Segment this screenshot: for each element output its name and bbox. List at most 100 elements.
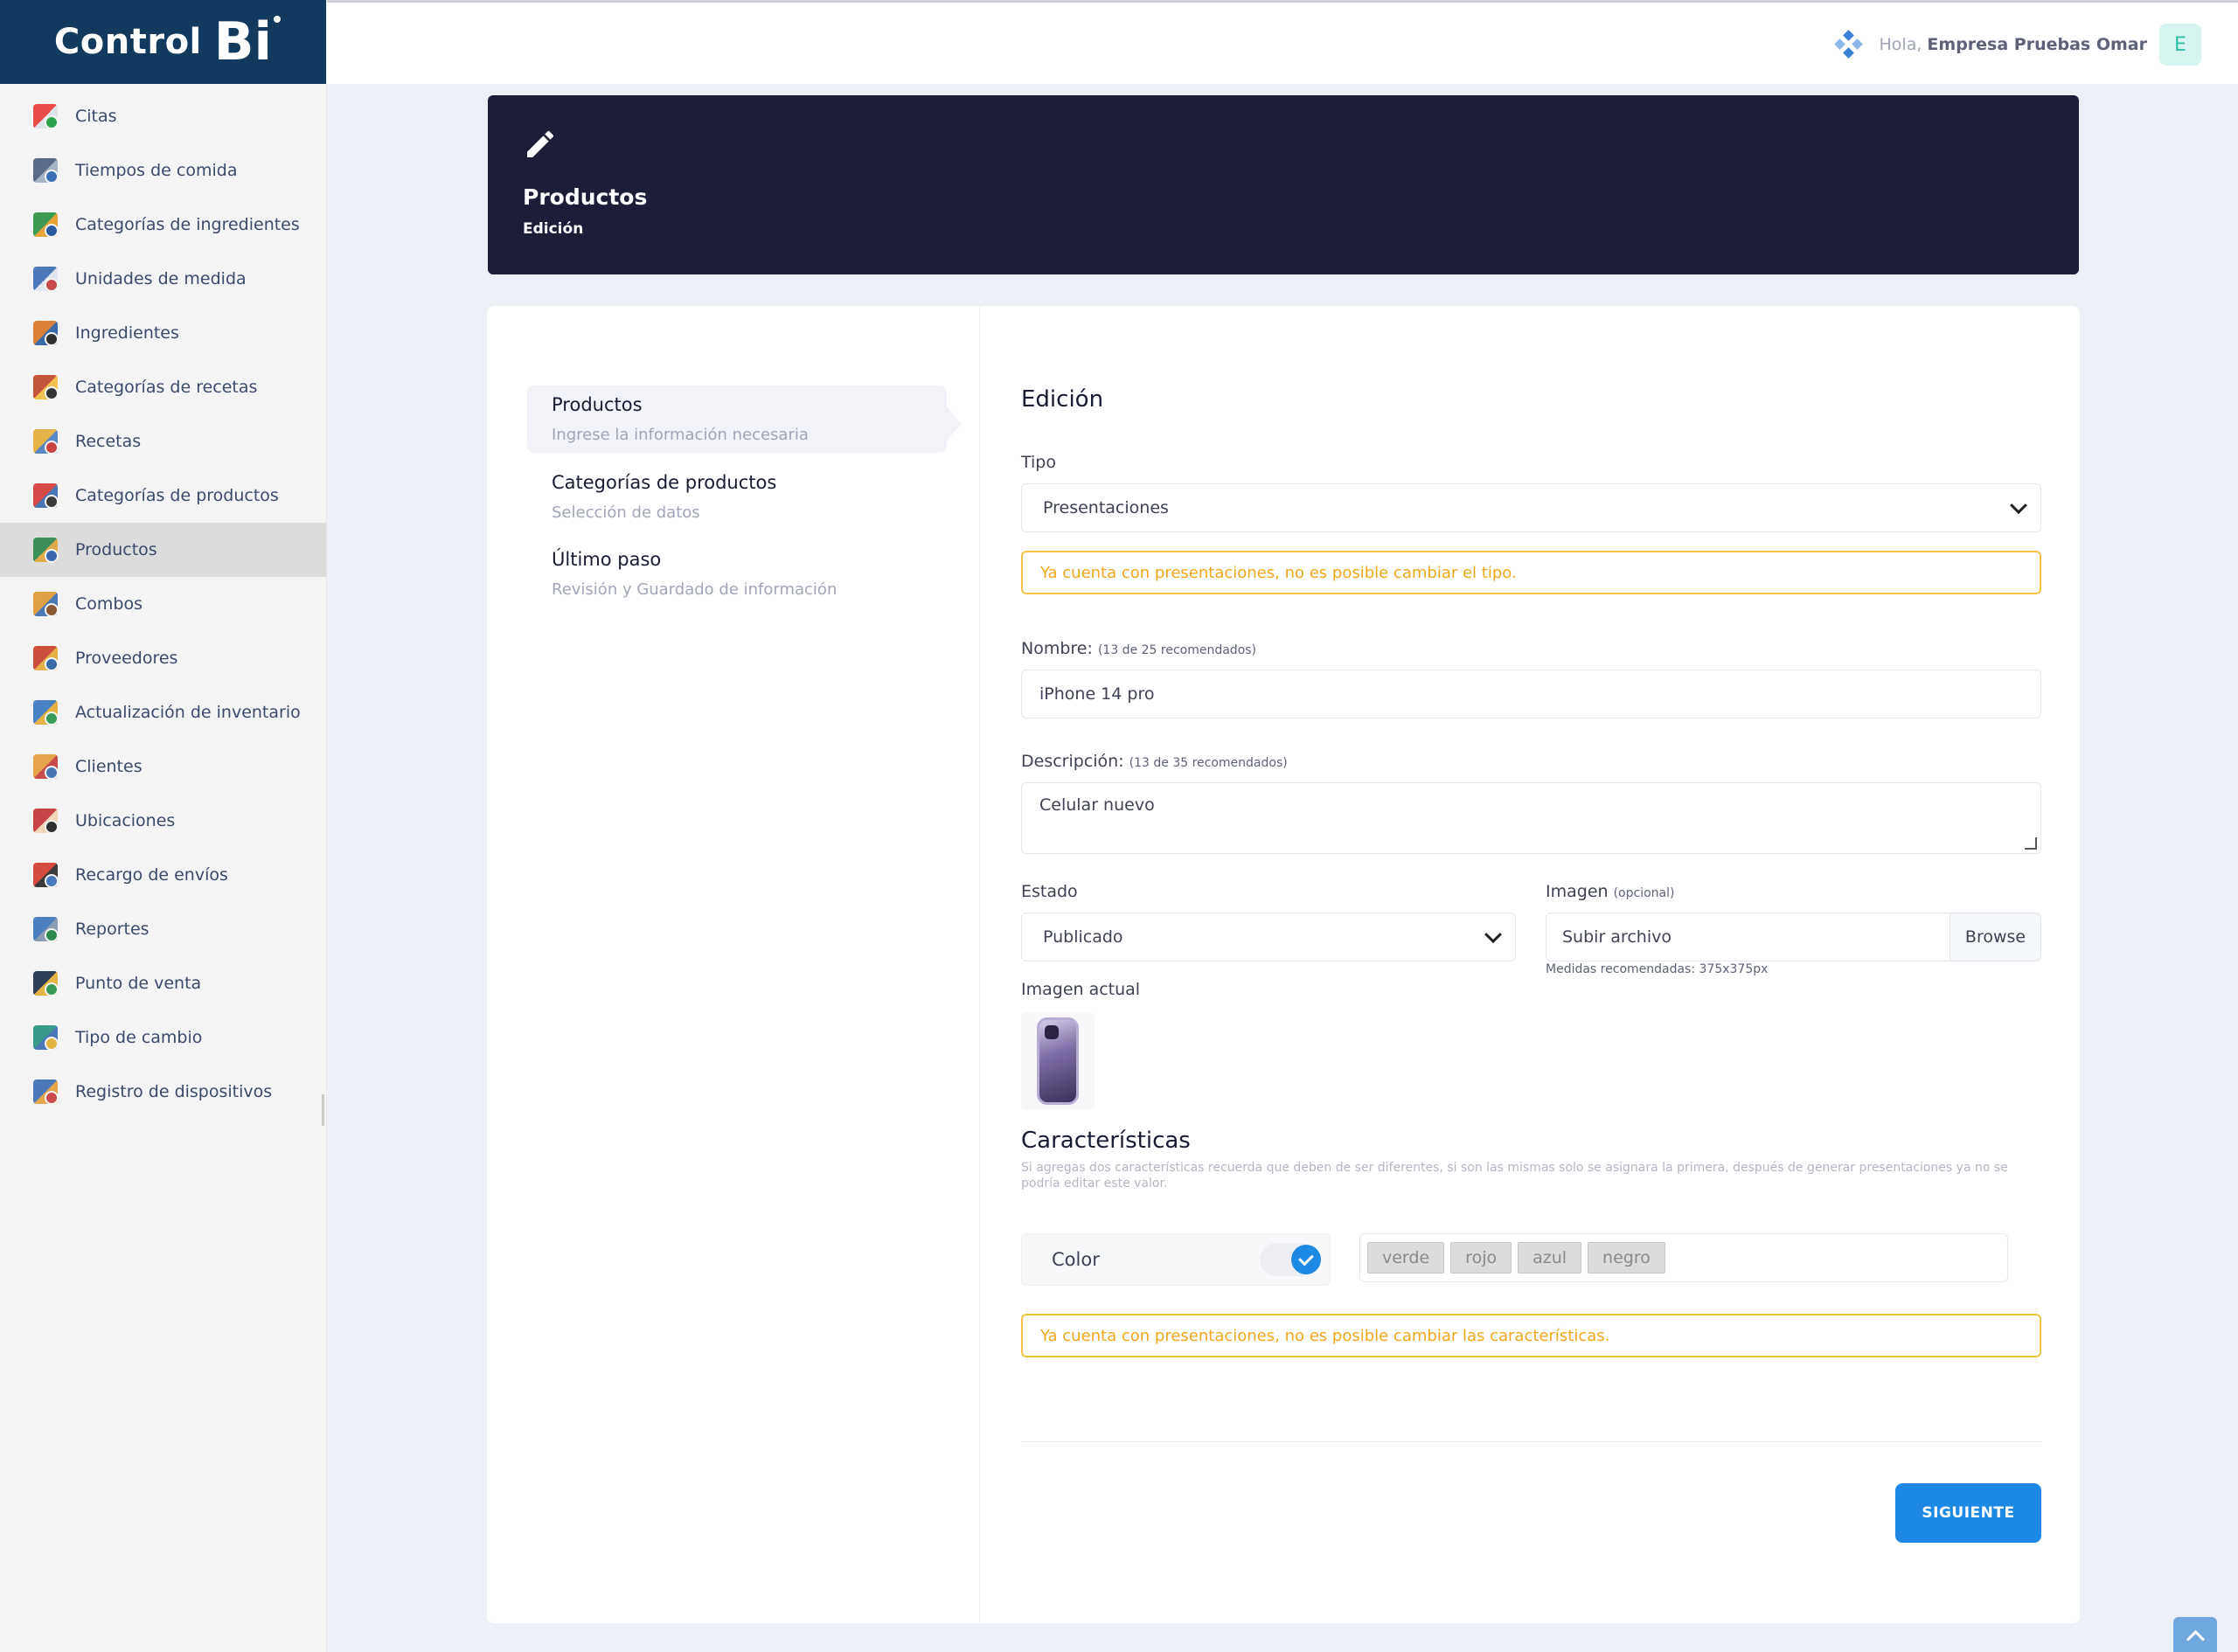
brand-logo[interactable]: Control Bi bbox=[0, 0, 326, 84]
combo-icon bbox=[30, 588, 61, 620]
nombre-hint: (13 de 25 recomendados) bbox=[1097, 643, 1257, 657]
file-placeholder: Subir archivo bbox=[1562, 927, 1672, 947]
brand-mark: Bi bbox=[213, 11, 281, 73]
sidebar-item-label: Recargo de envíos bbox=[75, 865, 228, 885]
sidebar-item-label: Tipo de cambio bbox=[75, 1028, 203, 1047]
sidebar-item-tipo-cambio[interactable]: Tipo de cambio bbox=[0, 1010, 326, 1065]
user-menu[interactable]: Hola, Empresa Pruebas Omar E bbox=[1833, 24, 2201, 66]
wizard-steps: Productos Ingrese la información necesar… bbox=[487, 306, 980, 1623]
devices-icon bbox=[30, 1076, 61, 1107]
sidebar-item-label: Punto de venta bbox=[75, 974, 202, 993]
caracteristicas-note: Si agregas dos características recuerda … bbox=[1021, 1161, 2008, 1190]
sidebar-item-reportes[interactable]: Reportes bbox=[0, 902, 326, 956]
sidebar-item-recetas[interactable]: Recetas bbox=[0, 414, 326, 469]
imagen-label-text: Imagen bbox=[1546, 882, 1609, 901]
next-button[interactable]: SIGUIENTE bbox=[1895, 1483, 2041, 1543]
chevron-down-icon bbox=[2010, 496, 2027, 515]
scroll-top-button[interactable] bbox=[2173, 1617, 2217, 1652]
recipe-icon bbox=[30, 426, 61, 457]
delivery-icon bbox=[30, 859, 61, 891]
apps-icon[interactable] bbox=[1833, 30, 1863, 59]
attribute-values-input[interactable]: verde rojo azul negro bbox=[1359, 1233, 2008, 1282]
attribute-color[interactable]: Color bbox=[1021, 1233, 1331, 1286]
sidebar-item-label: Unidades de medida bbox=[75, 269, 247, 288]
sidebar-item-proveedores[interactable]: Proveedores bbox=[0, 631, 326, 685]
caracteristicas-title: Características bbox=[1021, 1128, 1191, 1154]
sidebar-item-productos[interactable]: Productos bbox=[0, 523, 326, 577]
step-title: Productos bbox=[552, 394, 643, 415]
imagen-label: Imagen (opcional) bbox=[1546, 882, 1674, 901]
sidebar-item-categorias-ingredientes[interactable]: Categorías de ingredientes bbox=[0, 198, 326, 252]
sidebar-item-ubicaciones[interactable]: Ubicaciones bbox=[0, 794, 326, 848]
estado-selected-value: Publicado bbox=[1043, 927, 1123, 947]
sidebar-item-registro-dispositivos[interactable]: Registro de dispositivos bbox=[0, 1065, 326, 1119]
tag-azul: azul bbox=[1518, 1242, 1582, 1274]
step-description: Revisión y Guardado de información bbox=[552, 580, 838, 599]
nombre-label: Nombre: (13 de 25 recomendados) bbox=[1021, 639, 1256, 658]
sidebar-item-label: Registro de dispositivos bbox=[75, 1082, 273, 1101]
ingredients-icon bbox=[30, 317, 61, 349]
step-title: Categorías de productos bbox=[552, 472, 777, 493]
attribute-name: Color bbox=[1052, 1249, 1100, 1270]
step-ultimo-paso[interactable]: Último paso Revisión y Guardado de infor… bbox=[527, 540, 947, 607]
user-greeting: Hola, Empresa Pruebas Omar bbox=[1880, 35, 2148, 54]
sidebar-item-citas[interactable]: Citas bbox=[0, 89, 326, 143]
tipo-selected-value: Presentaciones bbox=[1043, 498, 1169, 517]
current-product-image bbox=[1021, 1012, 1095, 1110]
sidebar-item-label: Ingredientes bbox=[75, 323, 179, 343]
page-title: Productos bbox=[523, 184, 648, 210]
sidebar-item-combos[interactable]: Combos bbox=[0, 577, 326, 631]
tag-rojo: rojo bbox=[1450, 1242, 1512, 1274]
sidebar-item-categorias-recetas[interactable]: Categorías de recetas bbox=[0, 360, 326, 414]
sidebar-item-recargo-envios[interactable]: Recargo de envíos bbox=[0, 848, 326, 902]
sidebar-item-label: Combos bbox=[75, 594, 142, 614]
sidebar-item-unidades-medida[interactable]: Unidades de medida bbox=[0, 252, 326, 306]
descripcion-label-text: Descripción: bbox=[1021, 752, 1124, 771]
sidebar-item-clientes[interactable]: Clientes bbox=[0, 739, 326, 794]
descripcion-hint: (13 de 35 recomendados) bbox=[1129, 756, 1288, 770]
wizard-card: Productos Ingrese la información necesar… bbox=[487, 306, 2080, 1623]
location-icon bbox=[30, 805, 61, 836]
imagen-file-input[interactable]: Subir archivo Browse bbox=[1546, 913, 2041, 961]
resize-handle-icon[interactable] bbox=[2025, 837, 2037, 850]
phone-image bbox=[1037, 1017, 1079, 1105]
tipo-select[interactable]: Presentaciones bbox=[1021, 483, 2041, 532]
sidebar-item-categorias-productos[interactable]: Categorías de productos bbox=[0, 469, 326, 523]
sidebar-item-label: Categorías de productos bbox=[75, 486, 279, 505]
sidebar-item-ingredientes[interactable]: Ingredientes bbox=[0, 306, 326, 360]
sidebar-item-label: Ubicaciones bbox=[75, 811, 176, 830]
pos-icon bbox=[30, 968, 61, 999]
section-title: Edición bbox=[1021, 386, 1104, 413]
topbar: Hola, Empresa Pruebas Omar E bbox=[327, 0, 2238, 84]
step-categorias-productos[interactable]: Categorías de productos Selección de dat… bbox=[527, 463, 947, 531]
sidebar: Control Bi Citas Tiempos de comida Categ… bbox=[0, 0, 327, 1652]
nombre-input[interactable]: iPhone 14 pro bbox=[1021, 670, 2041, 718]
sidebar-item-punto-venta[interactable]: Punto de venta bbox=[0, 956, 326, 1010]
product-category-icon bbox=[30, 480, 61, 511]
estado-select[interactable]: Publicado bbox=[1021, 913, 1516, 961]
page-header: Productos Edición bbox=[488, 95, 2079, 274]
descripcion-textarea[interactable]: Celular nuevo bbox=[1021, 782, 2041, 854]
sidebar-item-actualizacion-inventario[interactable]: Actualización de inventario bbox=[0, 685, 326, 739]
page-subtitle: Edición bbox=[523, 220, 584, 238]
step-description: Ingrese la información necesaria bbox=[552, 426, 809, 444]
form-divider bbox=[1021, 1441, 2041, 1442]
sidebar-item-tiempos-de-comida[interactable]: Tiempos de comida bbox=[0, 143, 326, 198]
sidebar-menu: Citas Tiempos de comida Categorías de in… bbox=[0, 84, 326, 1119]
sidebar-item-label: Clientes bbox=[75, 757, 142, 776]
imagen-help-text: Medidas recomendadas: 375x375px bbox=[1546, 962, 1769, 976]
sidebar-resize-handle[interactable] bbox=[322, 1094, 324, 1126]
clock-icon bbox=[30, 155, 61, 186]
imagen-hint: (opcional) bbox=[1613, 886, 1675, 900]
recipe-category-icon bbox=[30, 371, 61, 403]
check-icon bbox=[1291, 1245, 1321, 1274]
step-description: Selección de datos bbox=[552, 503, 700, 522]
exchange-icon bbox=[30, 1022, 61, 1053]
step-productos[interactable]: Productos Ingrese la información necesar… bbox=[527, 385, 961, 453]
calendar-icon bbox=[30, 101, 61, 132]
browse-button[interactable]: Browse bbox=[1950, 913, 2040, 961]
nombre-value: iPhone 14 pro bbox=[1039, 684, 1155, 704]
user-name: Empresa Pruebas Omar bbox=[1927, 35, 2147, 54]
tipo-warning: Ya cuenta con presentaciones, no es posi… bbox=[1021, 551, 2041, 594]
avatar[interactable]: E bbox=[2159, 24, 2201, 66]
